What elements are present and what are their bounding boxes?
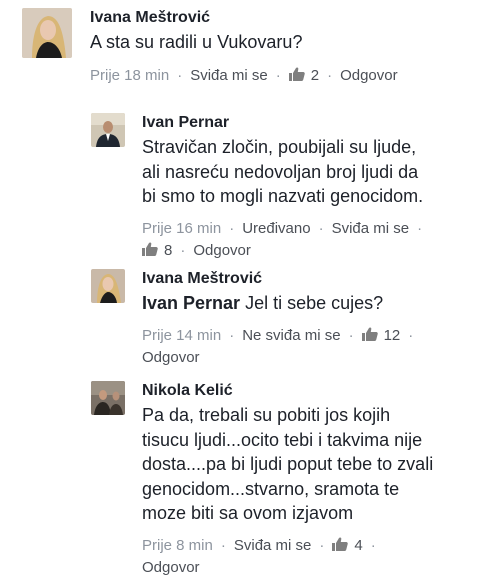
separator-dot: · — [229, 219, 235, 237]
comment-time[interactable]: Prije 14 min — [142, 327, 221, 344]
separator-dot: · — [319, 536, 325, 554]
comment-text-content: Jel ti sebe cujes? — [245, 293, 384, 313]
thumbs-up-icon[interactable] — [288, 66, 305, 81]
comment-meta-line: 8 · Odgovor — [142, 241, 430, 261]
like-action-link[interactable]: Sviđa mi se — [234, 537, 312, 554]
comment-text: Stravičan zločin, poubijali su ljude, al… — [142, 135, 430, 209]
separator-dot: · — [417, 219, 423, 237]
comment-ivan-pernar: Ivan Pernar Stravičan zločin, poubijali … — [91, 113, 430, 261]
comment-time[interactable]: Prije 18 min — [90, 67, 169, 84]
separator-dot: · — [275, 66, 281, 84]
reply-action-link[interactable]: Odgovor — [142, 559, 200, 576]
comment-text-line: dosta....pa bi ljudi poput tebe to zvali — [142, 454, 434, 474]
comment-time[interactable]: Prije 16 min — [142, 220, 221, 237]
comment-meta-line: Prije 8 min · Sviđa mi se · 4 · — [142, 536, 433, 556]
comment-text-line: ali nasreću nedovoljan broj ljudi da — [142, 161, 419, 182]
comment-body: Ivan Pernar Stravičan zločin, poubijali … — [142, 113, 430, 261]
separator-dot: · — [318, 219, 324, 237]
comment-meta-line: Odgovor — [142, 558, 433, 578]
comment-text: Ivan Pernar Jel ti sebe cujes? — [142, 291, 421, 316]
mention-link[interactable]: Ivan Pernar — [142, 293, 240, 313]
like-count[interactable]: 12 — [384, 327, 401, 344]
comment-meta: Prije 18 min · Sviđa mi se · 2 · Odgovor — [90, 66, 398, 86]
comment-meta: Prije 14 min · Ne sviđa mi se · 12 · Odgovor — [142, 326, 421, 368]
separator-dot: · — [408, 326, 414, 344]
thumbs-up-icon[interactable] — [361, 326, 378, 341]
avatar[interactable] — [22, 8, 72, 58]
separator-dot: · — [229, 326, 235, 344]
comment-meta: Prije 16 min · Uređivano · Sviđa mi se · 8 · Od… — [142, 219, 430, 261]
comment-text: A sta su radili u Vukovaru? — [90, 32, 303, 52]
comment-nikola-kelic: Nikola Kelić Pa da, trebali su pobiti jo… — [91, 381, 433, 578]
thumbs-up-icon[interactable] — [142, 241, 158, 256]
comment-body: Ivana Meštrović A sta su radili u Vukova… — [90, 8, 398, 86]
reply-action-link[interactable]: Odgovor — [340, 67, 398, 84]
avatar[interactable] — [91, 269, 125, 303]
comment-ivana-2: Ivana Meštrović Ivan Pernar Jel ti sebe … — [91, 269, 421, 368]
reply-action-link[interactable]: Odgovor — [142, 349, 200, 366]
comment-text-line: Stravičan zločin, poubijali su ljude, — [142, 137, 417, 157]
separator-dot: · — [177, 66, 183, 84]
comment-text-line: genocidom...stvarno, sramota te — [142, 478, 400, 499]
like-count[interactable]: 2 — [311, 67, 319, 84]
comment-text-line: bi smo to mogli nazvati genocidom. — [142, 186, 424, 206]
comment-meta-line: Prije 16 min · Uređivano · Sviđa mi se · — [142, 219, 430, 239]
avatar[interactable] — [91, 381, 125, 415]
thumbs-up-icon[interactable] — [332, 536, 349, 551]
comment-text-line: moze biti sa ovom izjavom — [142, 503, 354, 523]
comment-body: Ivana Meštrović Ivan Pernar Jel ti sebe … — [142, 269, 421, 368]
comment-author[interactable]: Nikola Kelić — [142, 381, 433, 401]
comment-meta-line: Odgovor — [142, 348, 421, 368]
comment-meta-line: Prije 14 min · Ne sviđa mi se · 12 · — [142, 326, 421, 346]
separator-dot: · — [370, 536, 376, 554]
comment-meta: Prije 8 min · Sviđa mi se · 4 · Odgovor — [142, 536, 433, 578]
separator-dot: · — [180, 241, 186, 259]
comment-body: Nikola Kelić Pa da, trebali su pobiti jo… — [142, 381, 433, 578]
like-count[interactable]: 4 — [354, 537, 362, 554]
reply-action-link[interactable]: Odgovor — [193, 242, 251, 259]
edited-link[interactable]: Uređivano — [242, 220, 310, 237]
comment-text-line: tisucu ljudi...ocito tebi i takvima nije — [142, 429, 423, 450]
comment-text-line: Pa da, trebali su pobiti jos kojih — [142, 405, 391, 425]
comment-author[interactable]: Ivana Meštrović — [142, 269, 421, 289]
comment-time[interactable]: Prije 8 min — [142, 537, 213, 554]
like-action-link[interactable]: Sviđa mi se — [332, 220, 410, 237]
unlike-action-link[interactable]: Ne sviđa mi se — [242, 327, 340, 344]
separator-dot: · — [327, 66, 333, 84]
like-action-link[interactable]: Sviđa mi se — [190, 67, 268, 84]
separator-dot: · — [348, 326, 354, 344]
like-count[interactable]: 8 — [164, 242, 172, 259]
comment-author[interactable]: Ivana Meštrović — [90, 8, 398, 28]
comment-text: Pa da, trebali su pobiti jos kojih tisuc… — [142, 403, 433, 526]
comment-author[interactable]: Ivan Pernar — [142, 113, 430, 133]
separator-dot: · — [220, 536, 226, 554]
avatar[interactable] — [91, 113, 125, 147]
comment-ivana-1: Ivana Meštrović A sta su radili u Vukova… — [22, 8, 398, 86]
